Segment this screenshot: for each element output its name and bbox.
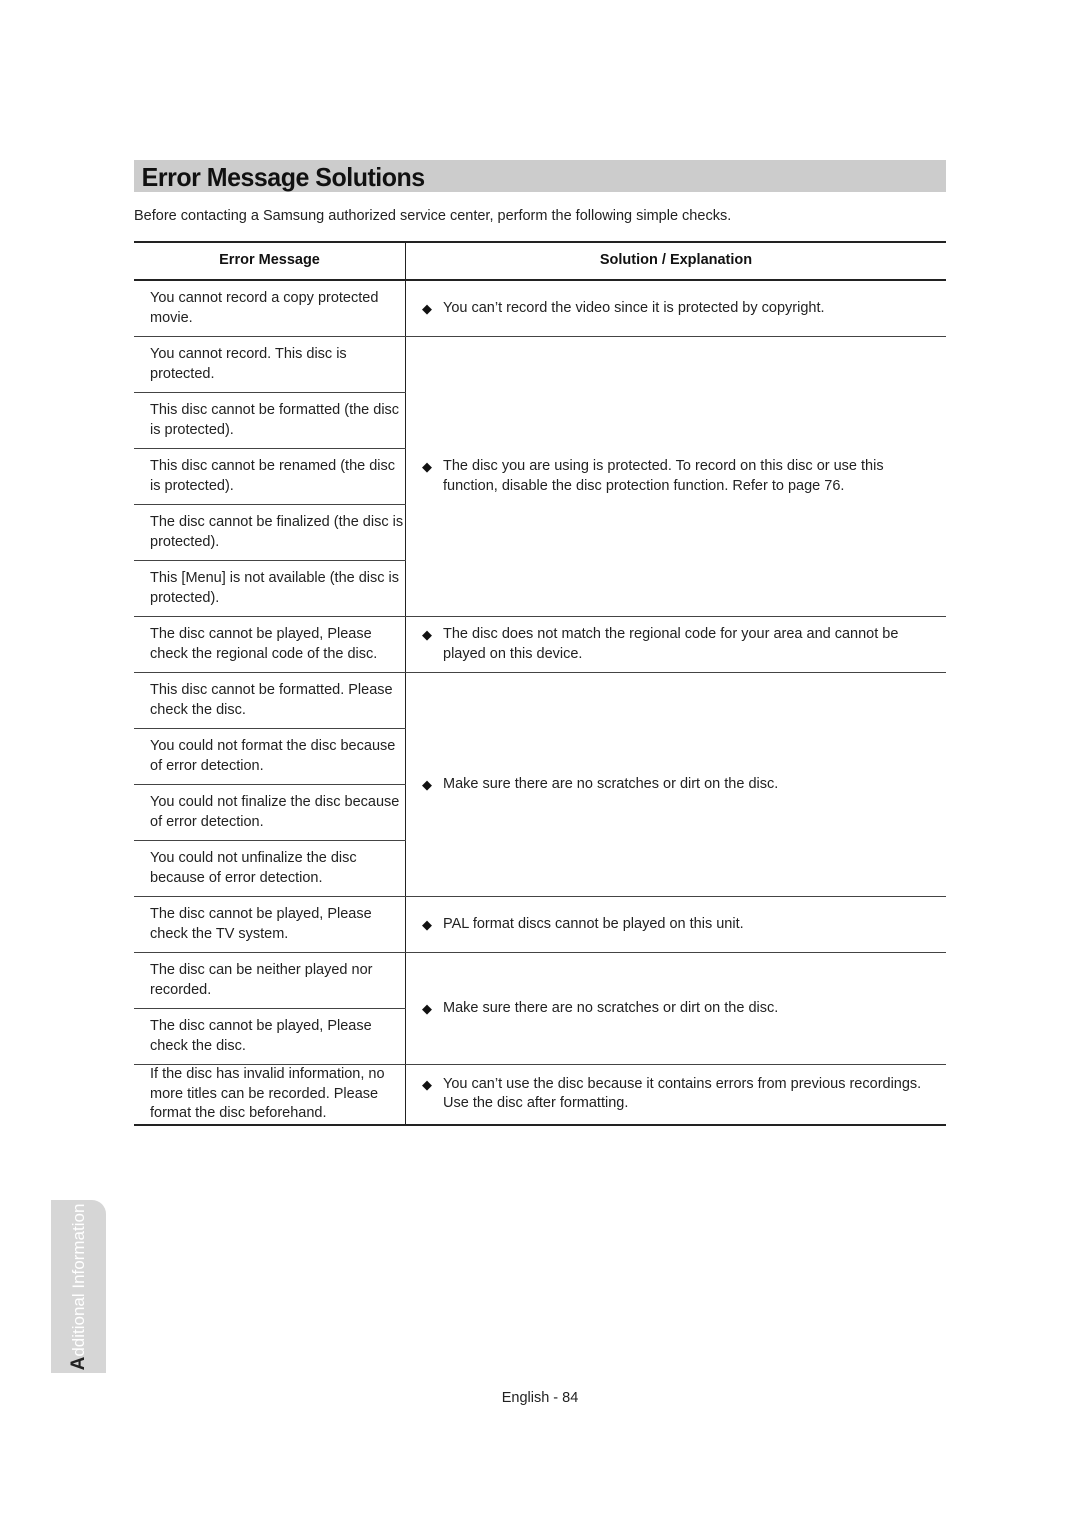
solution-item: ◆ Make sure there are no scratches or dir… bbox=[422, 999, 942, 1019]
page-title: Error Message Solutions bbox=[141, 162, 425, 192]
intro-text: Before contacting a Samsung authorized s… bbox=[134, 208, 732, 224]
error-message-cell: The disc cannot be finalized (the disc i… bbox=[134, 504, 406, 561]
solution-text: The disc you are using is protected. To … bbox=[443, 458, 884, 494]
table-row: If the disc has invalid information, no … bbox=[134, 1064, 946, 1126]
solution-cell: ◆ Make sure there are no scratches or dir… bbox=[405, 952, 946, 1065]
page-footer: English - 84 bbox=[501, 1390, 579, 1406]
solution-item: ◆ Make sure there are no scratches or dir… bbox=[422, 775, 942, 795]
table-row: You cannot record a copy protected movie… bbox=[134, 280, 946, 337]
table-body: You cannot record a copy protected movie… bbox=[134, 280, 946, 1126]
solution-cell: ◆ The disc does not match the regional co… bbox=[405, 616, 946, 673]
table-row: The disc cannot be played, Please check … bbox=[134, 896, 946, 953]
table-header-row: Error Message Solution / Explanation bbox=[134, 241, 946, 281]
solution-item: ◆ You can’t use the disc because it conta… bbox=[422, 1075, 942, 1114]
error-message-cell: This disc cannot be renamed (the disc is… bbox=[134, 448, 406, 505]
solution-cell: ◆ You can’t record the video since it is … bbox=[405, 280, 946, 337]
error-message-cell: You could not finalize the disc because … bbox=[134, 784, 406, 841]
solution-item: ◆ The disc does not match the regional co… bbox=[422, 625, 942, 664]
error-message-cell: If the disc has invalid information, no … bbox=[134, 1064, 406, 1126]
section-side-tab-initial: A bbox=[67, 1356, 89, 1370]
solution-cell: ◆ The disc you are using is protected. To… bbox=[405, 336, 946, 617]
error-message-cell: You could not unfinalize the disc becaus… bbox=[134, 840, 406, 897]
error-message-cell: You could not format the disc because of… bbox=[134, 728, 406, 785]
error-message-cell: This disc cannot be formatted (the disc … bbox=[134, 392, 406, 449]
solution-item: ◆ The disc you are using is protected. To… bbox=[422, 457, 942, 496]
table-row: This disc cannot be formatted. Please ch… bbox=[134, 672, 946, 897]
table-row: The disc can be neither played nor recor… bbox=[134, 952, 946, 1065]
solution-item: ◆ You can’t record the video since it is … bbox=[422, 299, 942, 319]
solution-text: You can’t use the disc because it contai… bbox=[443, 1075, 922, 1112]
error-message-cell: The disc can be neither played nor recor… bbox=[134, 952, 406, 1009]
solution-text: You can’t record the video since it is p… bbox=[443, 299, 825, 316]
error-message-cell: The disc cannot be played, Please check … bbox=[134, 1008, 406, 1065]
solution-text: Make sure there are no scratches or dirt… bbox=[443, 999, 779, 1016]
diamond-bullet-icon: ◆ bbox=[422, 916, 432, 932]
diamond-bullet-icon: ◆ bbox=[422, 459, 432, 474]
table-row: You cannot record. This disc is protecte… bbox=[134, 336, 946, 617]
diamond-bullet-icon: ◆ bbox=[422, 627, 432, 642]
solution-cell: ◆ You can’t use the disc because it conta… bbox=[405, 1064, 946, 1126]
solution-text: PAL format discs cannot be played on thi… bbox=[443, 915, 744, 932]
section-side-tab-label: Additional Information bbox=[68, 1203, 90, 1370]
error-message-cell: This disc cannot be formatted. Please ch… bbox=[134, 672, 406, 729]
table-row: The disc cannot be played, Please check … bbox=[134, 616, 946, 673]
diamond-bullet-icon: ◆ bbox=[422, 1000, 432, 1016]
column-header-solution: Solution / Explanation bbox=[405, 241, 946, 281]
solution-cell: ◆ Make sure there are no scratches or dir… bbox=[405, 672, 946, 897]
solution-text: The disc does not match the regional cod… bbox=[443, 626, 899, 662]
solution-text: Make sure there are no scratches or dirt… bbox=[443, 775, 779, 792]
solution-cell: ◆ PAL format discs cannot be played on th… bbox=[405, 896, 946, 953]
section-side-tab-text: dditional Information bbox=[68, 1203, 88, 1357]
diamond-bullet-icon: ◆ bbox=[422, 300, 432, 316]
section-side-tab: Additional Information bbox=[51, 1200, 106, 1373]
error-message-table: Error Message Solution / Explanation You… bbox=[134, 241, 946, 1126]
column-header-error-message: Error Message bbox=[134, 241, 406, 281]
solution-item: ◆ PAL format discs cannot be played on th… bbox=[422, 915, 942, 935]
error-message-cell: You cannot record. This disc is protecte… bbox=[134, 336, 406, 393]
error-message-cell: You cannot record a copy protected movie… bbox=[134, 280, 406, 337]
diamond-bullet-icon: ◆ bbox=[422, 776, 432, 792]
error-message-cell: The disc cannot be played, Please check … bbox=[134, 896, 406, 953]
diamond-bullet-icon: ◆ bbox=[422, 1076, 432, 1092]
error-message-cell: The disc cannot be played, Please check … bbox=[134, 616, 406, 673]
title-bar: Error Message Solutions bbox=[134, 160, 946, 192]
error-message-cell: This [Menu] is not available (the disc i… bbox=[134, 560, 406, 617]
